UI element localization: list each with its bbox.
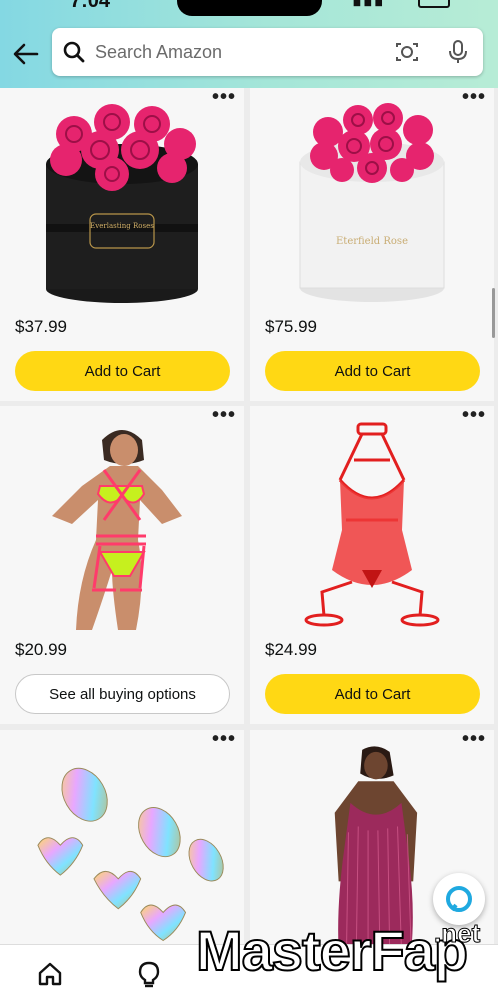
product-card[interactable]: ••• Eterfield Rose $75.99 Add to Cart: [250, 88, 494, 401]
product-price: $24.99: [265, 640, 317, 659]
product-card[interactable]: •••: [0, 729, 244, 950]
product-card[interactable]: ••• Everlasting Roses $37.99 Add to Cart: [0, 88, 244, 401]
search-input[interactable]: Search Amazon: [95, 42, 222, 63]
product-card[interactable]: ••• $24.99 Add to Cart: [250, 405, 494, 724]
product-image: [304, 422, 440, 627]
back-arrow-icon: [13, 43, 39, 65]
home-icon[interactable]: [35, 959, 65, 989]
search-bar[interactable]: Search Amazon: [52, 28, 483, 76]
back-button[interactable]: [10, 38, 42, 70]
box-label: Everlasting Roses: [90, 222, 154, 230]
see-all-buying-options-button[interactable]: See all buying options: [15, 674, 230, 714]
battery-icon: [418, 0, 450, 8]
product-price: $20.99: [15, 640, 67, 659]
add-to-cart-button[interactable]: Add to Cart: [265, 351, 480, 391]
lightbulb-icon[interactable]: [134, 959, 164, 989]
product-grid: ••• Everlasting Roses $37.99 Add to Cart…: [0, 88, 498, 950]
product-image: Eterfield Rose: [299, 103, 445, 302]
search-icon: [63, 41, 85, 63]
watermark-logo: MasterFap: [195, 918, 469, 983]
add-to-cart-button[interactable]: Add to Cart: [265, 674, 480, 714]
scrollbar[interactable]: [492, 288, 495, 338]
camera-notch: [177, 0, 322, 16]
product-price: $75.99: [265, 317, 317, 336]
add-to-cart-button[interactable]: Add to Cart: [15, 351, 230, 391]
signal-icon: ▮▮▮: [352, 0, 385, 9]
more-options-button[interactable]: •••: [212, 729, 236, 749]
mic-icon[interactable]: [447, 39, 469, 65]
status-bar: 7:04 ▮▮▮: [0, 0, 498, 16]
product-image: Everlasting Roses: [46, 104, 198, 303]
product-price: $37.99: [15, 317, 67, 336]
alexa-icon: [446, 886, 472, 912]
watermark-suffix: .net: [433, 918, 481, 949]
status-time: 7:04: [70, 0, 111, 12]
box-label: Eterfield Rose: [336, 236, 408, 247]
product-card[interactable]: ••• $20.99 See all buying options: [0, 405, 244, 724]
product-image: [52, 430, 182, 630]
header: 7:04 ▮▮▮ Search Amazon: [0, 0, 498, 88]
camera-icon[interactable]: [394, 40, 420, 64]
